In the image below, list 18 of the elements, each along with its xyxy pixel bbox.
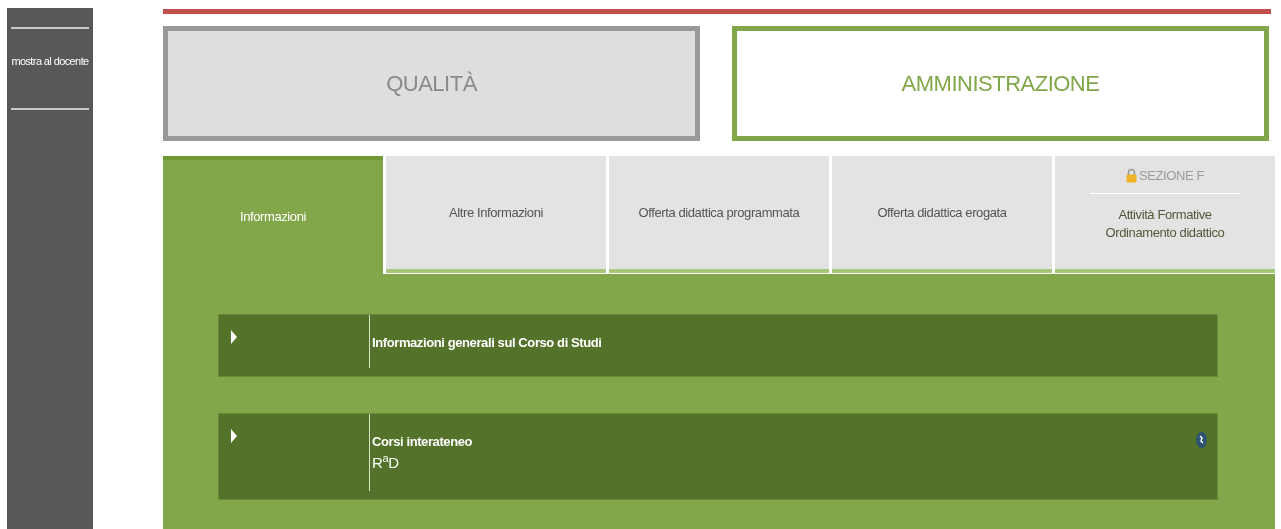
caret-icon	[231, 330, 237, 344]
accordion-item[interactable]: Informazioni generali sul Corso di Studi	[218, 314, 1218, 377]
padlock-icon	[1126, 168, 1137, 184]
tab[interactable]: Altre Informazioni	[386, 156, 606, 273]
tab[interactable]: Offerta didattica programmata	[609, 156, 829, 273]
caret-icon	[231, 429, 237, 443]
accordion-subtitle: R$^{a}$D	[372, 451, 400, 473]
lock-label: SEZIONE F	[1139, 167, 1204, 185]
tab[interactable]: Offerta didattica erogata	[832, 156, 1052, 273]
tab-label: Ordinamento didattico	[1105, 223, 1225, 242]
tab[interactable]: SEZIONE F Attività Formative Ordinamento didattico	[1055, 156, 1275, 273]
accordion-item[interactable]: Corsi interateneo R$^{a}$D	[218, 413, 1218, 500]
section-label: QUALITÀ	[386, 70, 477, 98]
accordion-title: Informazioni generali sul Corso di Studi	[372, 334, 603, 352]
accordion-title: Corsi interateneo	[372, 433, 474, 451]
sidebar-link[interactable]: mostra al docente	[11, 53, 89, 70]
tab-label: Attività Formative	[1118, 205, 1212, 224]
section-label: AMMINISTRAZIONE	[901, 70, 1100, 98]
